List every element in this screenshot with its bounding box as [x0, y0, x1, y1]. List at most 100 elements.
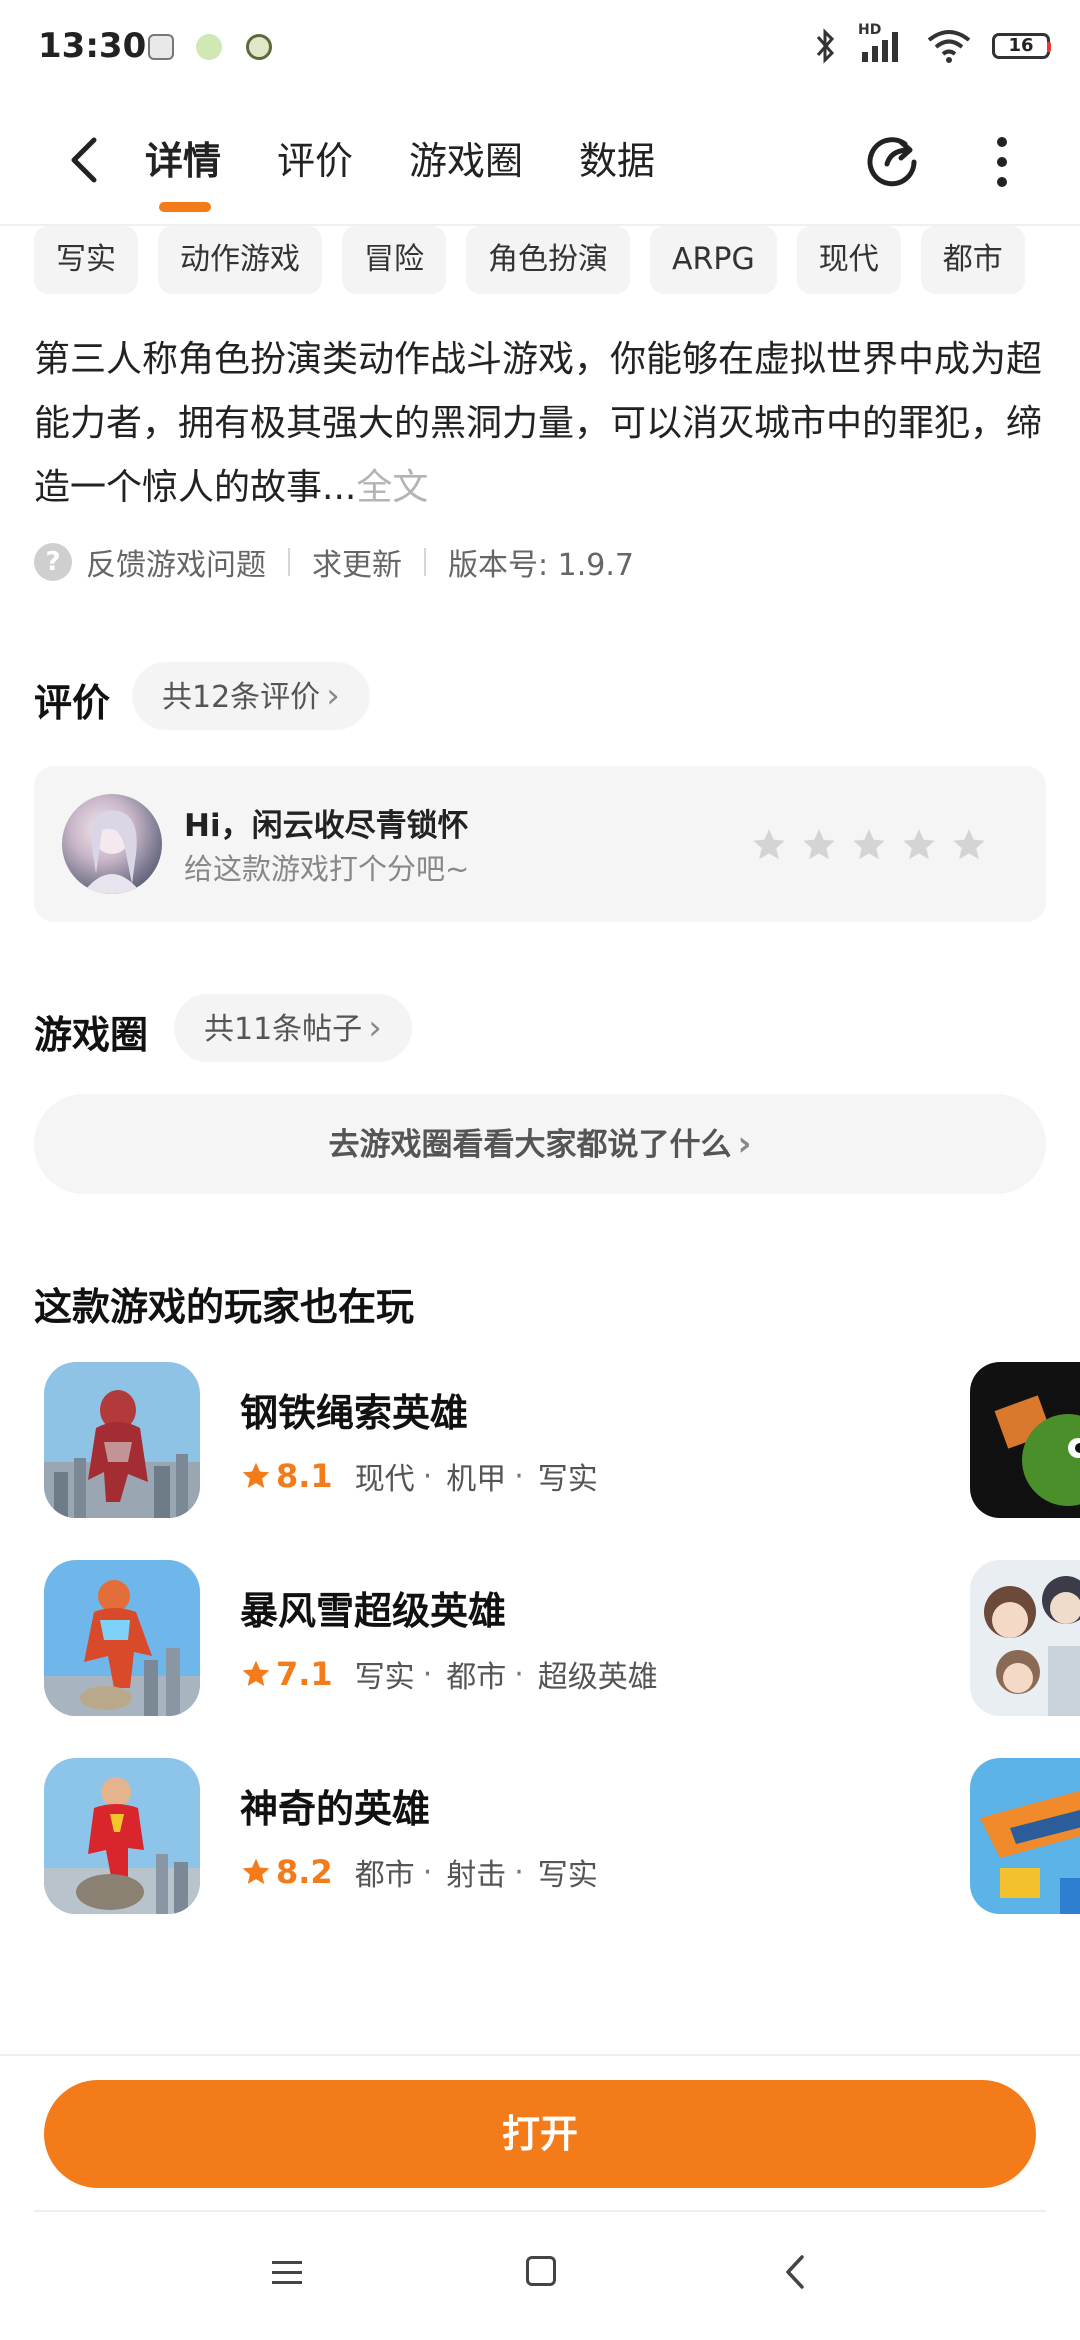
star-icon: [242, 1462, 270, 1488]
posts-count-label: 共11条帖子: [204, 1012, 363, 1047]
tag-chip[interactable]: ARPG: [650, 226, 777, 294]
status-icons: HD 16: [814, 22, 1051, 66]
game-tag: 超级英雄: [537, 1660, 658, 1695]
tag-chip[interactable]: 冒险: [342, 226, 446, 294]
game-tag: 射击: [446, 1858, 507, 1893]
meta-row: ? 反馈游戏问题 求更新 版本号: 1.9.7: [34, 540, 634, 584]
game-circle-title: 游戏圈: [34, 1013, 149, 1057]
reviews-count-label: 共12条评价: [162, 680, 321, 715]
bluetooth-icon: [816, 28, 835, 64]
game-title: 钢铁绳索英雄: [240, 1391, 469, 1435]
separator-dot: ·: [422, 1656, 433, 1692]
game-tag: 都市: [354, 1858, 415, 1893]
status-time: 13:30: [38, 26, 147, 66]
game-tag: 写实: [354, 1660, 415, 1695]
back-arrow-icon[interactable]: [60, 132, 110, 188]
divider: [424, 548, 426, 576]
notification-icon: [246, 34, 272, 60]
tab-reviews[interactable]: 评价: [277, 136, 353, 186]
posts-count-button[interactable]: 共11条帖子 ›: [174, 994, 412, 1062]
rate-game-card: Hi，闲云收尽青锁怀 给这款游戏打个分吧~: [34, 766, 1046, 922]
battery-icon: 16: [992, 33, 1051, 59]
status-bar: 13:30 HD 16: [0, 0, 1080, 96]
signal-icon: HD: [858, 22, 906, 64]
reviews-count-button[interactable]: 共12条评价 ›: [132, 662, 370, 730]
game-icon: [44, 1560, 200, 1716]
tag-list: 写实 动作游戏 冒险 角色扮演 ARPG 现代 都市: [34, 226, 1080, 294]
game-tag: 写实: [537, 1858, 598, 1893]
game-icon-partial[interactable]: [970, 1758, 1080, 1914]
feedback-link[interactable]: 反馈游戏问题: [86, 540, 266, 584]
game-list-item[interactable]: 暴风雪超级英雄 7.1 写实 · 都市 · 超级英雄: [44, 1560, 944, 1716]
notification-icon: [196, 34, 222, 60]
tab-data[interactable]: 数据: [579, 136, 655, 186]
chevron-right-icon: ›: [326, 676, 340, 716]
recent-apps-icon[interactable]: [270, 2258, 304, 2288]
chevron-right-icon: ›: [737, 1124, 752, 1164]
reviews-title: 评价: [34, 681, 111, 725]
user-greeting: Hi，闲云收尽青锁怀: [184, 808, 469, 844]
game-meta: 8.1 现代 · 机甲 · 写实: [240, 1454, 598, 1498]
notification-icon: [148, 34, 174, 60]
separator-dot: ·: [514, 1854, 524, 1890]
navbar-divider: [34, 2210, 1046, 2212]
star-icon[interactable]: [900, 826, 938, 864]
game-list-item[interactable]: 神奇的英雄 8.2 都市 · 射击 · 写实: [44, 1758, 944, 1914]
open-game-button[interactable]: 打开: [44, 2080, 1036, 2188]
tab-game-circle[interactable]: 游戏圈: [409, 136, 523, 186]
chevron-right-icon: ›: [368, 1008, 382, 1048]
separator-dot: ·: [422, 1458, 433, 1494]
read-more-link[interactable]: 全文: [356, 467, 428, 508]
game-description: 第三人称角色扮演类动作战斗游戏，你能够在虚拟世界中成为超能力者，拥有极其强大的黑…: [34, 328, 1044, 520]
version-label: 版本号: 1.9.7: [448, 548, 634, 583]
game-icon: [44, 1758, 200, 1914]
share-icon[interactable]: [865, 132, 921, 188]
home-icon[interactable]: [526, 2256, 556, 2286]
star-icon: [242, 1858, 270, 1884]
star-icon[interactable]: [750, 826, 788, 864]
separator-dot: ·: [422, 1854, 433, 1890]
recommendations-title: 这款游戏的玩家也在玩: [34, 1285, 415, 1329]
separator-dot: ·: [514, 1656, 524, 1692]
game-icon: [44, 1362, 200, 1518]
help-icon: ?: [34, 543, 72, 581]
game-score: 8.2: [276, 1853, 333, 1891]
star-icon[interactable]: [850, 826, 888, 864]
game-meta: 7.1 写实 · 都市 · 超级英雄: [240, 1652, 658, 1696]
system-back-icon[interactable]: [784, 2254, 806, 2290]
game-tag: 机甲: [446, 1462, 507, 1497]
avatar[interactable]: [62, 794, 162, 894]
star-rating[interactable]: [750, 826, 988, 864]
game-tag: 都市: [446, 1660, 507, 1695]
footer-divider: [0, 2054, 1080, 2056]
tag-chip[interactable]: 动作游戏: [158, 226, 322, 294]
view-game-circle-button[interactable]: 去游戏圈看看大家都说了什么 ›: [34, 1094, 1046, 1194]
game-meta: 8.2 都市 · 射击 · 写实: [240, 1850, 598, 1894]
game-icon-partial[interactable]: [970, 1362, 1080, 1518]
tag-chip[interactable]: 写实: [34, 226, 138, 294]
game-tag: 现代: [354, 1462, 415, 1497]
game-score: 7.1: [276, 1655, 333, 1693]
tab-bar: 详情 评价 游戏圈 数据: [145, 136, 711, 212]
game-icon-partial[interactable]: [970, 1560, 1080, 1716]
star-icon: [242, 1660, 270, 1686]
wifi-icon: [927, 30, 971, 63]
tab-details[interactable]: 详情: [145, 136, 221, 212]
description-text: 第三人称角色扮演类动作战斗游戏，你能够在虚拟世界中成为超能力者，拥有极其强大的黑…: [34, 339, 1043, 508]
game-title: 暴风雪超级英雄: [240, 1589, 507, 1633]
game-tag: 写实: [537, 1462, 598, 1497]
game-score: 8.1: [276, 1457, 333, 1495]
star-icon[interactable]: [950, 826, 988, 864]
star-icon[interactable]: [800, 826, 838, 864]
tag-chip[interactable]: 现代: [796, 226, 901, 294]
game-list-item[interactable]: 钢铁绳索英雄 8.1 现代 · 机甲 · 写实: [44, 1362, 944, 1518]
game-title: 神奇的英雄: [240, 1787, 431, 1831]
tag-chip[interactable]: 都市: [920, 226, 1025, 294]
divider: [288, 548, 290, 576]
more-options-icon[interactable]: [990, 134, 1014, 190]
separator-dot: ·: [514, 1458, 524, 1494]
tag-chip[interactable]: 角色扮演: [466, 226, 630, 294]
view-game-circle-label: 去游戏圈看看大家都说了什么: [328, 1127, 732, 1163]
rate-prompt: 给这款游戏打个分吧~: [184, 852, 470, 886]
request-update-link[interactable]: 求更新: [312, 540, 402, 584]
